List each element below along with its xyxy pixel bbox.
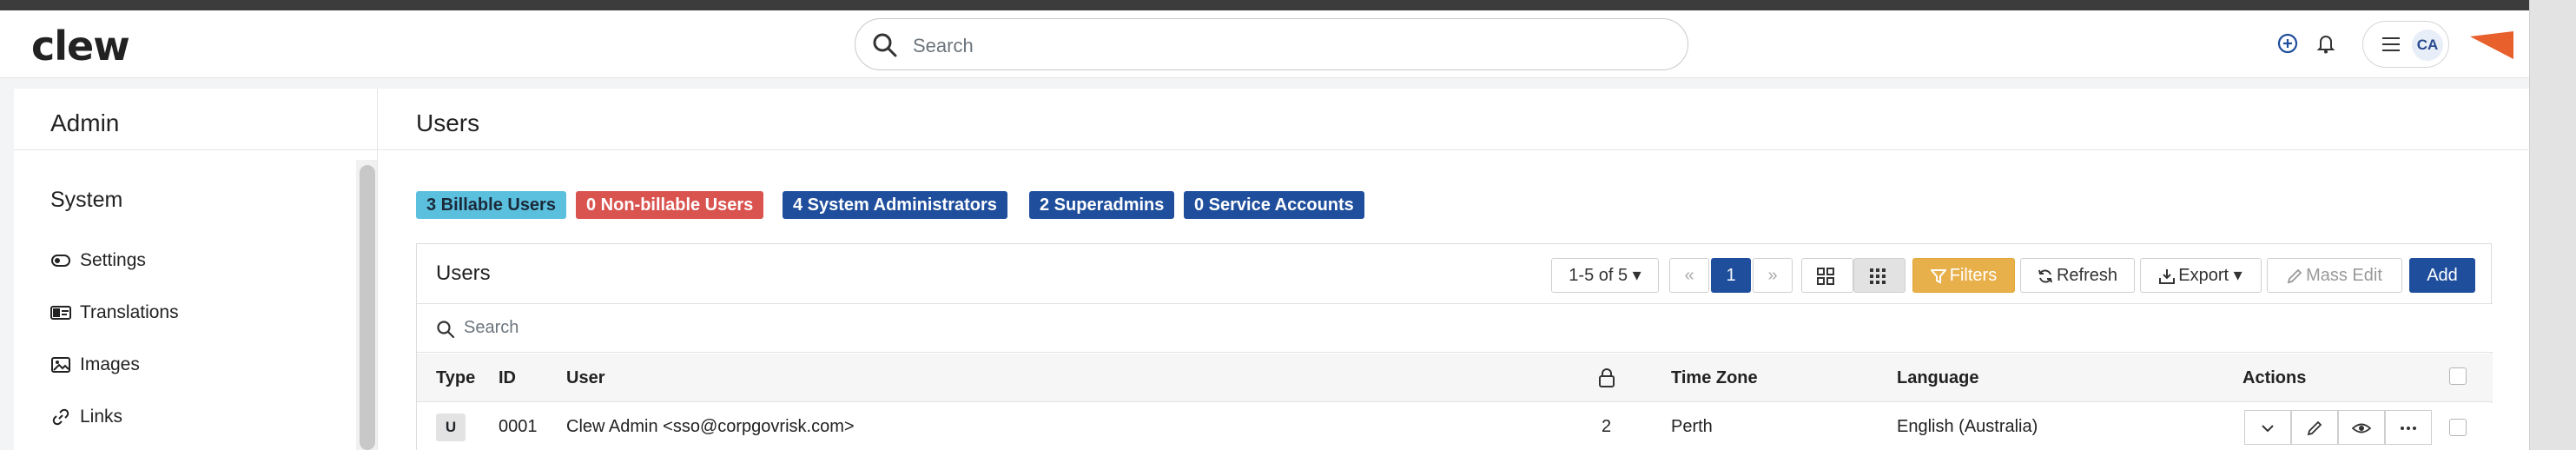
lock-icon[interactable] (1598, 367, 1615, 388)
column-header-type[interactable]: Type (436, 368, 475, 388)
page-title: Users (416, 109, 480, 136)
table-view-button[interactable] (1853, 258, 1906, 293)
sidebar-scrollbar[interactable] (356, 160, 379, 450)
user-id: 0001 (499, 417, 538, 436)
table-search-placeholder: Search (464, 318, 519, 337)
last-page-button[interactable]: » (1753, 258, 1793, 293)
pencil-icon (2287, 268, 2302, 283)
page-1-button[interactable]: 1 (1711, 258, 1751, 293)
search-icon (873, 33, 897, 57)
bell-icon[interactable] (2314, 31, 2338, 56)
sidebar-item-label: Links (80, 407, 123, 427)
sidebar-item-label: Images (80, 354, 140, 374)
toggle-icon (51, 255, 70, 267)
sidebar-title: Admin (50, 109, 120, 136)
filters-button[interactable]: Filters (1912, 258, 2015, 293)
column-header-user[interactable]: User (566, 368, 604, 388)
admin-sidebar: Admin System Settings Translations Image… (14, 89, 379, 450)
superadmins-badge[interactable]: 2 Superadmins (1029, 191, 1175, 219)
sidebar-divider (14, 149, 377, 150)
table-title: Users (436, 261, 491, 285)
user-language: English (Australia) (1897, 417, 2038, 436)
brand-triangle-icon (2470, 31, 2513, 59)
refresh-icon (2038, 269, 2052, 283)
table-row[interactable]: U 0001 Clew Admin <sso@corpgovrisk.com> … (417, 403, 2493, 450)
sidebar-item-links[interactable]: Links (50, 407, 122, 427)
column-header-id[interactable]: ID (499, 368, 516, 388)
image-icon (51, 357, 70, 373)
filter-icon (1929, 268, 1947, 284)
table-header-row: Type ID User Time Zone Language Actions (417, 354, 2493, 402)
user-type-badge: U (436, 414, 466, 441)
more-horizontal-icon (2401, 427, 2416, 430)
refresh-label: Refresh (2056, 266, 2118, 285)
link-icon (52, 408, 69, 426)
column-header-actions: Actions (2242, 368, 2307, 387)
grid-large-icon (1817, 267, 1834, 285)
select-all-checkbox[interactable] (2449, 367, 2467, 385)
refresh-button[interactable]: Refresh (2020, 258, 2135, 293)
row-edit-button[interactable] (2291, 410, 2338, 445)
current-page-label: 1 (1726, 266, 1736, 285)
filters-label: Filters (1949, 266, 1998, 285)
window-right-edge (2529, 0, 2576, 450)
row-select-checkbox[interactable] (2449, 419, 2467, 436)
row-more-button[interactable] (2385, 410, 2432, 445)
sidebar-item-label: Translations (80, 302, 179, 322)
sidebar-item-settings[interactable]: Settings (50, 250, 146, 271)
non-billable-users-badge[interactable]: 0 Non-billable Users (576, 191, 764, 219)
search-icon (437, 321, 455, 339)
add-label: Add (2427, 266, 2458, 285)
global-search-placeholder: Search (913, 35, 974, 56)
first-page-button[interactable]: « (1669, 258, 1709, 293)
app-logo[interactable]: clew (31, 23, 130, 69)
users-table-card: Users 1-5 of 5 ▾ « 1 » Filters Refresh E… (416, 243, 2493, 450)
column-header-time-zone[interactable]: Time Zone (1671, 368, 1758, 388)
grid-small-icon (1870, 268, 1886, 284)
service-accounts-badge[interactable]: 0 Service Accounts (1184, 191, 1364, 219)
double-chevron-right-icon: » (1767, 266, 1778, 285)
caret-down-icon: ▾ (2233, 266, 2242, 285)
page-range-dropdown[interactable]: 1-5 of 5 ▾ (1551, 258, 1659, 293)
sidebar-section-system: System (50, 188, 123, 212)
add-circle-icon[interactable] (2275, 31, 2300, 56)
user-lock-count: 2 (1602, 417, 1612, 436)
double-chevron-left-icon: « (1684, 266, 1694, 285)
sidebar-scroll-thumb[interactable] (360, 165, 375, 450)
sidebar-item-images[interactable]: Images (50, 354, 140, 375)
main-content: Users 3 Billable Users 0 Non-billable Us… (377, 89, 2530, 450)
row-view-button[interactable] (2338, 410, 2385, 445)
window-top-bar (0, 0, 2576, 10)
table-search-input[interactable]: Search (417, 304, 2493, 353)
export-label: Export (2178, 266, 2229, 285)
user-time-zone: Perth (1671, 417, 1713, 436)
page-range-label: 1-5 of 5 (1569, 266, 1628, 285)
add-button[interactable]: Add (2409, 258, 2475, 293)
pencil-icon (2307, 420, 2322, 436)
billable-users-badge[interactable]: 3 Billable Users (416, 191, 566, 219)
page-title-divider (378, 149, 2530, 150)
caret-down-icon: ▾ (1632, 266, 1641, 285)
grid-view-button[interactable] (1801, 258, 1853, 293)
user-menu[interactable]: CA (2362, 21, 2449, 68)
sidebar-item-label: Settings (80, 250, 146, 270)
download-icon (2159, 268, 2176, 284)
export-dropdown[interactable]: Export ▾ (2140, 258, 2262, 293)
row-expand-button[interactable] (2244, 410, 2291, 445)
sidebar-item-translations[interactable]: Translations (50, 302, 179, 323)
chevron-down-icon (2262, 425, 2274, 433)
global-search[interactable]: Search (855, 18, 1688, 70)
menu-icon (2382, 37, 2400, 51)
system-administrators-badge[interactable]: 4 System Administrators (783, 191, 1007, 219)
translate-icon (50, 306, 71, 320)
user-name-email[interactable]: Clew Admin <sso@corpgovrisk.com> (566, 417, 855, 437)
top-header: clew Search CA (0, 10, 2529, 78)
mass-edit-label: Mass Edit (2306, 266, 2382, 285)
mass-edit-button[interactable]: Mass Edit (2267, 258, 2402, 293)
avatar: CA (2412, 30, 2443, 61)
column-header-language[interactable]: Language (1897, 368, 1978, 388)
eye-icon (2352, 423, 2371, 433)
